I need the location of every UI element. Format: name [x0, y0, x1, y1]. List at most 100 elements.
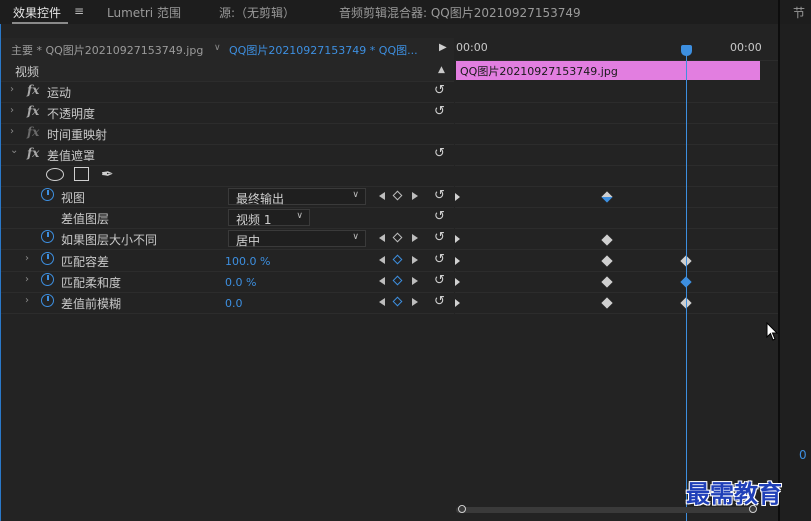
prev-keyframe-icon[interactable] [379, 298, 385, 306]
add-keyframe-icon[interactable] [392, 232, 403, 243]
panel-menu-icon[interactable]: ≡ [74, 4, 84, 18]
add-keyframe-icon[interactable] [392, 296, 403, 307]
property-row-view[interactable]: 视图 最终输出 ∨ ↺ [1, 186, 454, 208]
property-row-matching-tolerance[interactable]: › 匹配容差 100.0 % ↺ [1, 250, 454, 272]
tab-lumetri-scopes[interactable]: Lumetri 范围 [107, 4, 181, 21]
effect-label-difference-matte: 差值遮罩 [47, 149, 96, 163]
playhead-handle[interactable] [681, 45, 692, 56]
timeline-clip[interactable]: QQ图片20210927153749.jpg [456, 61, 760, 80]
difference-layer-value: 视频 1 [236, 213, 272, 227]
reset-icon[interactable]: ↺ [434, 209, 445, 224]
chevron-right-icon[interactable]: › [10, 126, 14, 137]
layer-size-value: 居中 [236, 234, 261, 248]
fx-icon[interactable]: fx [27, 83, 39, 97]
next-keyframe-icon[interactable] [412, 277, 418, 285]
blur-before-difference-value[interactable]: 0.0 [225, 297, 243, 310]
master-clip-label[interactable]: 主要 * QQ图片20210927153749.jpg [11, 42, 203, 58]
matching-tolerance-value[interactable]: 100.0 % [225, 255, 270, 268]
reset-icon[interactable]: ↺ [434, 104, 445, 119]
mask-tools-row: ✒ [1, 165, 454, 187]
matching-softness-value[interactable]: 0.0 % [225, 276, 256, 289]
next-keyframe-icon[interactable] [412, 192, 418, 200]
effect-row-motion[interactable]: › fx 运动 ↺ [1, 81, 454, 103]
reset-icon[interactable]: ↺ [434, 188, 445, 203]
reset-icon[interactable]: ↺ [434, 230, 445, 245]
effect-label-opacity: 不透明度 [47, 107, 96, 121]
add-keyframe-icon[interactable] [392, 190, 403, 201]
reset-icon[interactable]: ↺ [434, 146, 445, 161]
timeline-area[interactable] [455, 38, 778, 521]
stopwatch-icon[interactable] [41, 252, 54, 265]
effect-row-difference-matte[interactable]: ⌄ fx 差值遮罩 ↺ [1, 144, 454, 166]
view-dropdown-value: 最终输出 [236, 192, 285, 206]
right-panel-title[interactable]: 节 [793, 4, 805, 21]
effect-row-opacity[interactable]: › fx 不透明度 ↺ [1, 102, 454, 124]
chevron-down-icon[interactable]: ⌄ [10, 145, 18, 156]
tab-audio-clip-mixer[interactable]: 音频剪辑混合器: QQ图片20210927153749 [339, 4, 581, 21]
play-icon[interactable]: ▶ [439, 42, 447, 53]
scrollbar-left-handle[interactable] [458, 505, 466, 513]
fx-icon[interactable]: fx [27, 104, 39, 118]
keyframe-lane-arrow-icon [455, 257, 460, 265]
fx-icon[interactable]: fx [27, 146, 39, 160]
next-keyframe-icon[interactable] [412, 256, 418, 264]
chevron-down-icon: ∨ [296, 211, 303, 221]
ellipse-mask-icon[interactable] [46, 168, 64, 181]
next-keyframe-icon[interactable] [412, 234, 418, 242]
prev-keyframe-icon[interactable] [379, 277, 385, 285]
layer-size-dropdown[interactable]: 居中 ∨ [228, 230, 366, 248]
chevron-down-icon: ∨ [352, 232, 359, 242]
chevron-right-icon[interactable]: › [25, 253, 29, 264]
property-label-matching-softness: 匹配柔和度 [61, 276, 122, 290]
reset-icon[interactable]: ↺ [434, 252, 445, 267]
property-row-if-layer-sizes-differ[interactable]: 如果图层大小不同 居中 ∨ ↺ [1, 228, 454, 250]
grid-line [455, 102, 778, 103]
keyframe-navigator [379, 232, 419, 246]
grid-line [455, 249, 778, 250]
stopwatch-icon[interactable] [41, 230, 54, 243]
prev-keyframe-icon[interactable] [379, 234, 385, 242]
keyframe-lane-arrow-icon [455, 278, 460, 286]
reset-icon[interactable]: ↺ [434, 294, 445, 309]
reset-icon[interactable]: ↺ [434, 83, 445, 98]
difference-layer-dropdown[interactable]: 视频 1 ∨ [228, 209, 310, 227]
effect-row-time-remap[interactable]: › fx 时间重映射 [1, 123, 454, 145]
reset-icon[interactable]: ↺ [434, 273, 445, 288]
rectangle-mask-icon[interactable] [74, 167, 89, 181]
chevron-right-icon[interactable]: › [25, 274, 29, 285]
stopwatch-icon[interactable] [41, 188, 54, 201]
playhead-line[interactable] [686, 47, 687, 521]
keyframe-navigator [379, 296, 419, 310]
stopwatch-icon[interactable] [41, 273, 54, 286]
grid-line [455, 123, 778, 124]
add-keyframe-icon[interactable] [392, 254, 403, 265]
panel-tab-bar: 效果控件 ≡ Lumetri 范围 源:（无剪辑） 音频剪辑混合器: QQ图片2… [0, 0, 811, 24]
prev-keyframe-icon[interactable] [379, 256, 385, 264]
chevron-right-icon[interactable]: › [10, 84, 14, 95]
collapse-up-icon[interactable]: ▲ [438, 65, 445, 75]
sequence-clip-label[interactable]: QQ图片20210927153749 * QQ图... [229, 42, 418, 58]
view-dropdown[interactable]: 最终输出 ∨ [228, 188, 366, 206]
time-ruler[interactable]: 00:00 00:00 [455, 38, 778, 60]
prev-keyframe-icon[interactable] [379, 192, 385, 200]
active-tab-indicator [12, 22, 68, 24]
property-label-if-layer-sizes-differ: 如果图层大小不同 [61, 233, 158, 247]
stopwatch-icon[interactable] [41, 294, 54, 307]
tab-effect-controls[interactable]: 效果控件 [13, 4, 61, 21]
chevron-down-icon[interactable]: ∨ [214, 43, 221, 53]
clip-selector-row: 主要 * QQ图片20210927153749.jpg ∨ QQ图片202109… [1, 38, 454, 61]
add-keyframe-icon[interactable] [392, 275, 403, 286]
video-section-header[interactable]: 视频 ▲ [1, 60, 454, 82]
property-row-matching-softness[interactable]: › 匹配柔和度 0.0 % ↺ [1, 271, 454, 293]
chevron-right-icon[interactable]: › [25, 295, 29, 306]
property-row-difference-layer[interactable]: 差值图层 视频 1 ∨ ↺ [1, 207, 454, 229]
property-row-blur-before-difference[interactable]: › 差值前模糊 0.0 ↺ [1, 292, 454, 314]
grid-line [455, 165, 778, 166]
next-keyframe-icon[interactable] [412, 298, 418, 306]
pen-mask-icon[interactable]: ✒ [101, 165, 114, 183]
video-section-label: 视频 [15, 65, 40, 79]
keyframe-navigator [379, 254, 419, 268]
chevron-right-icon[interactable]: › [10, 105, 14, 116]
tab-source[interactable]: 源:（无剪辑） [219, 4, 295, 21]
keyframe-lane-arrow-icon [455, 235, 460, 243]
